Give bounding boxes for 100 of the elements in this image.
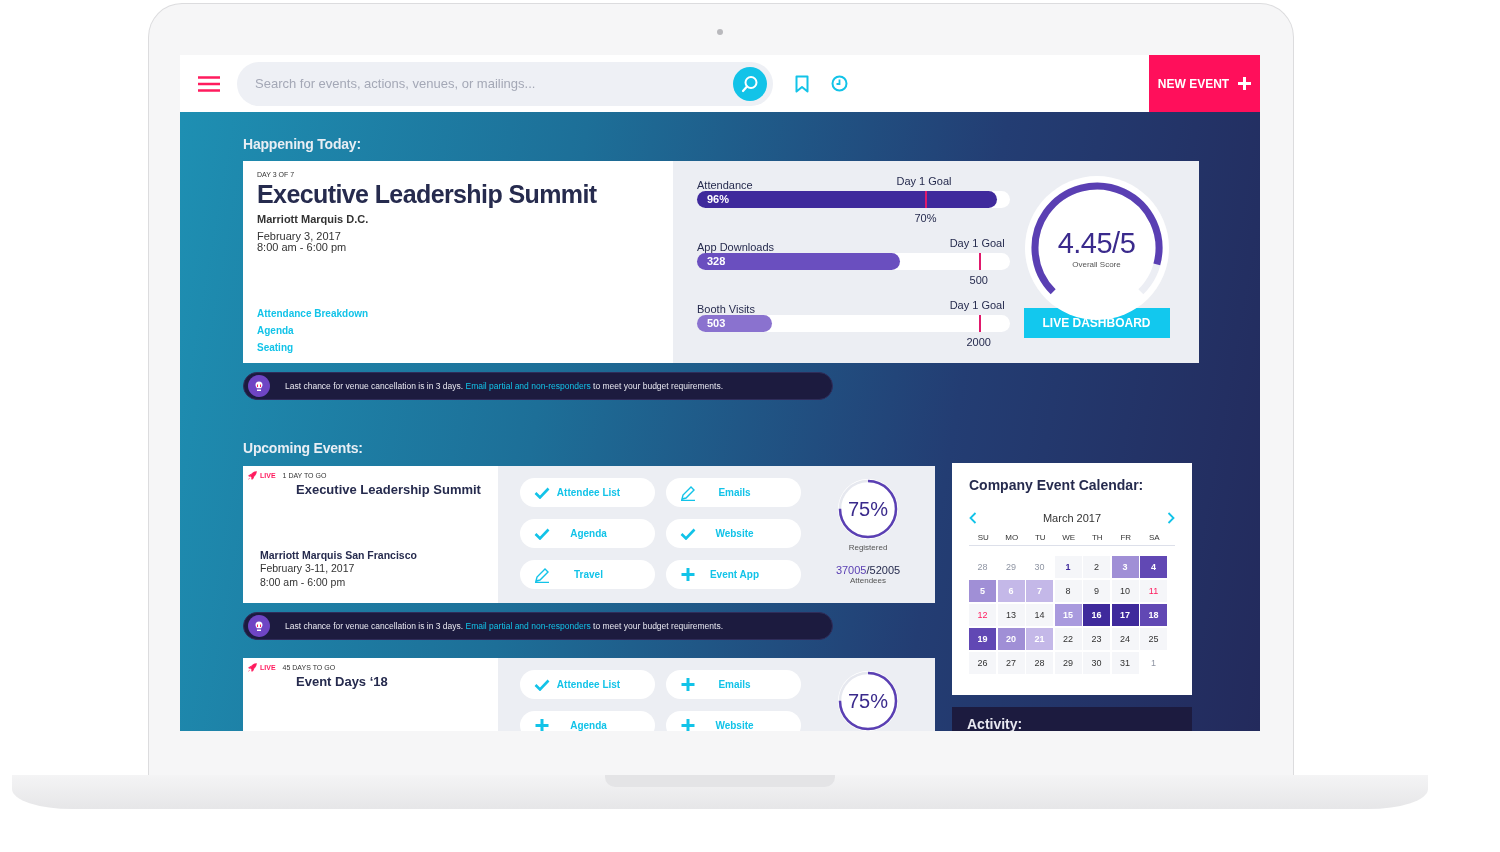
camera-icon [717,29,723,35]
calendar-day[interactable]: 7 [1026,580,1053,602]
calendar-day[interactable]: 9 [1083,580,1110,602]
goal-label: Day 1 Goal [949,237,1005,249]
activity-title: Activity: [967,716,1023,731]
goal-value: 500 [969,274,988,286]
search-button[interactable] [733,66,767,101]
calendar-day[interactable]: 11 [1140,580,1167,602]
notice-link[interactable]: Email partial and non-responders [465,621,591,631]
registered-caption: Registered [848,543,888,552]
attendees-caption: Attendees [850,576,886,585]
calendar-day[interactable]: 14 [1026,604,1053,626]
calendar-day[interactable]: 30 [1083,652,1110,674]
notice-link[interactable]: Email partial and non-responders [465,381,591,391]
calendar-day[interactable]: 20 [997,628,1025,650]
attendee-count: 37005/52005 [835,564,901,576]
action-button[interactable]: Event App [666,560,801,589]
progress-fill: 96% [697,191,998,208]
action-button[interactable]: Website [666,519,801,548]
time-text: 8:00 am - 6:00 pm [257,242,348,253]
event-link[interactable]: Attendance Breakdown [257,308,369,319]
search-field[interactable]: Search for events, actions, venues, or mailings... [253,75,733,92]
metric-label: Attendance [697,179,753,191]
action-button[interactable]: Emails [666,670,801,699]
pencil-icon [680,484,696,501]
calendar-day[interactable]: 17 [1111,604,1139,626]
action-button[interactable]: Agenda [520,519,655,548]
notice-text: Last chance for venue cancellation is in 3 days. Email partial and non-responders to meet your budget requirements. [285,621,723,631]
registered-ring: 75% [837,670,899,731]
check-icon [534,527,550,540]
goal-value: 70% [914,212,937,224]
calendar-day[interactable]: 3 [1111,556,1139,578]
calendar-day[interactable]: 4 [1140,556,1167,578]
calendar-day[interactable]: 26 [969,652,996,674]
event-link[interactable]: Seating [257,342,294,353]
rocket-icon [248,471,257,480]
section-heading: Upcoming Events: [243,440,364,458]
new-event-button[interactable]: NEW EVENT [1149,55,1260,112]
metric-label: App Downloads [697,241,775,253]
calendar-day[interactable]: 18 [1140,604,1167,626]
calendar-day[interactable]: 2 [1083,556,1110,578]
calendar-day[interactable]: 10 [1111,580,1139,602]
action-button[interactable]: Travel [520,560,655,589]
calendar-day[interactable]: 24 [1111,628,1139,650]
progress-fill: 328 [697,253,901,270]
clock-icon[interactable] [831,75,848,92]
calendar-day[interactable]: 25 [1140,628,1167,650]
calendar-day[interactable]: 23 [1083,628,1110,650]
check-icon [680,527,696,540]
venue-text: Marriott Marquis San Francisco [260,549,418,561]
menu-icon[interactable] [198,75,220,92]
calendar-day[interactable]: 15 [1054,604,1082,626]
event-title: Event Days ‘18 [296,674,389,689]
calendar-day[interactable]: 13 [997,604,1025,626]
weekday-label: TU [1033,533,1047,542]
calendar-day[interactable]: 21 [1026,628,1053,650]
notice-text: Last chance for venue cancellation is in 3 days. Email partial and non-responders to meet your budget requirements. [285,381,723,391]
metric-label: Booth Visits [697,303,755,315]
calendar-day[interactable]: 16 [1083,604,1110,626]
next-month-icon[interactable] [1167,512,1175,524]
event-link[interactable]: Agenda [257,325,294,336]
time-text: 8:00 am - 6:00 pm [260,575,347,589]
calendar-day[interactable]: 29 [1054,652,1082,674]
weekday-label: SU [976,533,990,542]
check-icon [534,678,550,691]
calendar-day[interactable]: 27 [997,652,1025,674]
weekday-label: WE [1061,533,1077,542]
calendar-day[interactable]: 8 [1054,580,1082,602]
action-button[interactable]: Agenda [520,711,655,731]
calendar-day[interactable]: 12 [969,604,996,626]
action-button[interactable]: Attendee List [520,478,655,507]
calendar-day[interactable]: 6 [997,580,1025,602]
calendar-day[interactable]: 5 [969,580,996,602]
calendar-day[interactable]: 22 [1054,628,1082,650]
plus-icon [680,568,696,581]
registered-ring: 75% [837,478,899,540]
weekday-label: SA [1147,533,1161,542]
calendar-day[interactable]: 31 [1111,652,1139,674]
calendar-title: Company Event Calendar: [969,477,1145,493]
score-value: 4.45/5 [1057,227,1136,260]
calendar-day[interactable]: 1 [1054,556,1082,578]
action-button[interactable]: Website [666,711,801,731]
goal-label: Day 1 Goal [949,299,1005,311]
date-text: February 3-11, 2017 [260,561,356,575]
calendar-day[interactable]: 19 [969,628,996,650]
month-label: March 2017 [1042,512,1102,524]
section-heading: Happening Today: [243,136,362,154]
event-title: Executive Leadership Summit [257,180,598,209]
date-text: February 3, 2017 [257,231,342,242]
pencil-icon [534,566,550,583]
action-button[interactable]: Emails [666,478,801,507]
previous-month-icon[interactable] [969,512,977,524]
calendar-day[interactable]: 28 [1026,652,1053,674]
action-button[interactable]: Attendee List [520,670,655,699]
venue-text: Marriott Marquis D.C. [257,213,370,225]
weekday-label: MO [1004,533,1020,542]
search-bar[interactable]: Search for events, actions, venues, or mailings... [237,61,773,106]
plus-icon [1238,77,1252,90]
search-icon [741,74,759,93]
bookmark-icon[interactable] [795,74,809,93]
